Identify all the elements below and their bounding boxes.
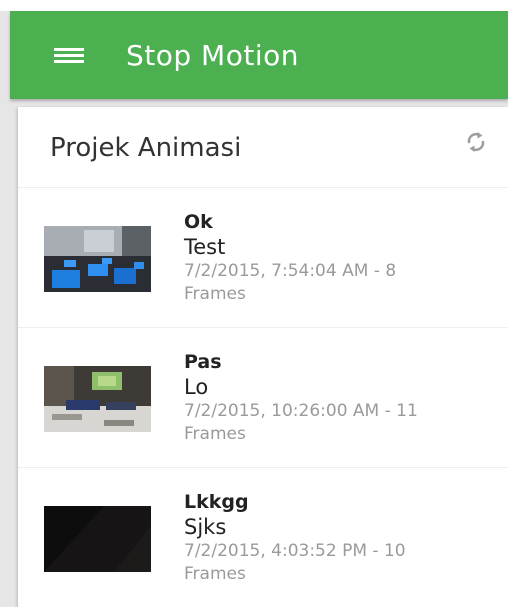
- project-name: Pas: [184, 351, 222, 373]
- project-name: Ok: [184, 211, 213, 233]
- project-info: Lkkgg Sjks 7/2/2015, 4:03:52 PM - 10 Fra…: [184, 490, 484, 586]
- hamburger-menu-icon[interactable]: [54, 44, 84, 66]
- project-info: Ok Test 7/2/2015, 7:54:04 AM - 8 Frames: [184, 210, 484, 306]
- project-meta-frames: Frames: [184, 284, 246, 304]
- project-thumbnail: [44, 226, 151, 292]
- project-thumbnail: [44, 506, 151, 572]
- project-meta: 7/2/2015, 7:54:04 AM - 8: [184, 261, 397, 281]
- project-info: Pas Lo 7/2/2015, 10:26:00 AM - 11 Frames: [184, 350, 484, 446]
- card-header: Projek Animasi: [18, 107, 508, 188]
- project-list-item[interactable]: Lkkgg Sjks 7/2/2015, 4:03:52 PM - 10 Fra…: [18, 468, 508, 607]
- project-meta: 7/2/2015, 4:03:52 PM - 10: [184, 541, 406, 561]
- project-name: Lkkgg: [184, 491, 249, 513]
- project-meta-frames: Frames: [184, 424, 246, 444]
- project-description: Test: [184, 235, 226, 259]
- card-title: Projek Animasi: [50, 133, 242, 163]
- project-thumbnail: [44, 366, 151, 432]
- refresh-icon[interactable]: [463, 129, 489, 155]
- project-meta: 7/2/2015, 10:26:00 AM - 11: [184, 401, 418, 421]
- app-bar: Stop Motion: [10, 11, 508, 99]
- project-description: Sjks: [184, 515, 227, 539]
- project-list-item[interactable]: Ok Test 7/2/2015, 7:54:04 AM - 8 Frames: [18, 188, 508, 328]
- status-strip: [0, 0, 508, 11]
- app-screen: Stop Motion Projek Animasi Ok Test 7/2/2…: [0, 0, 508, 607]
- projects-card: Projek Animasi Ok Test 7/2/2015, 7:54:04…: [18, 107, 508, 607]
- project-description: Lo: [184, 375, 209, 399]
- app-title: Stop Motion: [126, 38, 299, 72]
- project-list-item[interactable]: Pas Lo 7/2/2015, 10:26:00 AM - 11 Frames: [18, 328, 508, 468]
- project-meta-frames: Frames: [184, 564, 246, 584]
